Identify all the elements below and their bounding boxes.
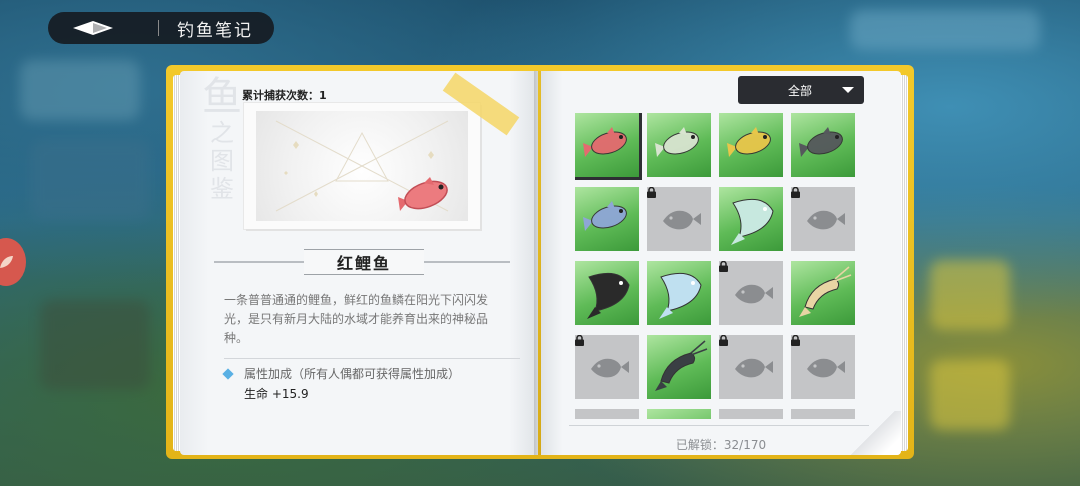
locked-fish-slot[interactable] — [791, 335, 855, 399]
fish-photo — [244, 103, 480, 229]
attribute-header: 属性加成（所有人偶都可获得属性加成） — [222, 365, 461, 382]
fishing-book: 鱼 之 图 鉴 累计捕获次数：1 红鲤鱼 一条普普通通的鲤鱼，鲜红的鱼鳞在阳光下… — [166, 65, 914, 459]
fish-slot[interactable] — [719, 187, 783, 251]
fish-silhouette-icon — [735, 284, 773, 304]
shrimp-icon — [799, 266, 852, 317]
attribute-header-label: 属性加成（所有人偶都可获得属性加成） — [244, 367, 461, 381]
filter-label: 全部 — [788, 83, 813, 98]
locked-fish-slot[interactable] — [719, 261, 783, 325]
locked-fish-slot[interactable] — [791, 187, 855, 251]
locked-fish-slot[interactable] — [575, 335, 639, 399]
lock-icon — [791, 187, 800, 198]
fish-slot[interactable] — [575, 261, 639, 325]
background-panel — [40, 300, 150, 390]
lock-icon — [575, 335, 584, 346]
fish-silhouette-icon — [591, 358, 629, 378]
fish-name-banner: 红鲤鱼 — [214, 249, 510, 275]
fish-slot[interactable] — [575, 113, 642, 180]
lock-icon — [647, 187, 656, 198]
fish-icon — [655, 127, 699, 157]
fish-icon — [583, 201, 627, 231]
fish-slot[interactable] — [647, 335, 711, 399]
background-panel — [930, 360, 1010, 430]
fish-name: 红鲤鱼 — [336, 254, 391, 273]
diamond-back-icon — [73, 21, 113, 35]
detail-page: 鱼 之 图 鉴 累计捕获次数：1 红鲤鱼 一条普普通通的鲤鱼，鲜红的鱼鳞在阳光下… — [180, 71, 538, 455]
lock-icon — [791, 335, 800, 346]
lock-icon — [719, 261, 728, 272]
fish-icon — [799, 127, 843, 157]
page-title: 钓鱼笔记 — [177, 20, 253, 41]
caret-down-icon — [842, 87, 854, 93]
background-panel — [930, 260, 1010, 330]
fish-icon — [727, 127, 771, 157]
fish-icon — [583, 127, 627, 157]
fish-slot[interactable] — [647, 261, 711, 325]
side-menu-button[interactable] — [0, 238, 26, 286]
divider — [224, 358, 520, 359]
fish-silhouette-icon — [807, 210, 845, 230]
fish-slot[interactable] — [791, 261, 855, 325]
shrimp-icon — [655, 340, 708, 391]
tropical-fish-icon — [587, 272, 630, 319]
locked-fish-slot[interactable] — [719, 335, 783, 399]
fish-description: 一条普普通通的鲤鱼，鲜红的鱼鳞在阳光下闪闪发光，是只有新月大陆的水域才能养育出来… — [224, 293, 489, 345]
fish-slot[interactable] — [719, 113, 783, 177]
lock-icon — [719, 335, 728, 346]
leaf-icon — [0, 256, 13, 268]
encyclopedia-watermark: 鱼 之 图 鉴 — [202, 74, 242, 203]
attribute-value: 生命 +15.9 — [244, 387, 309, 401]
fish-slot[interactable] — [791, 113, 855, 177]
page-curl — [841, 411, 901, 455]
title-separator — [158, 20, 159, 36]
tropical-fish-icon — [659, 272, 702, 319]
top-bar: 钓鱼笔记 — [48, 12, 274, 44]
fish-grid — [575, 113, 859, 419]
fish-slot[interactable] — [647, 113, 711, 177]
red-carp-icon — [398, 177, 448, 211]
catch-count: 累计捕获次数：1 — [242, 89, 327, 102]
filter-dropdown[interactable]: 全部 — [738, 76, 864, 104]
locked-fish-slot[interactable] — [647, 187, 711, 251]
back-button[interactable] — [48, 12, 138, 44]
background-panel — [30, 140, 150, 220]
fish-silhouette-icon — [663, 210, 701, 230]
background-panel — [850, 10, 1040, 50]
fish-slot[interactable] — [719, 409, 783, 419]
fish-slot[interactable] — [575, 409, 639, 419]
fish-silhouette-icon — [735, 358, 773, 378]
fish-silhouette-icon — [807, 358, 845, 378]
collection-page: 全部 已解锁：32/170 — [541, 71, 901, 455]
divider — [569, 425, 869, 426]
fish-slot[interactable] — [575, 187, 639, 251]
fish-slot[interactable] — [647, 409, 711, 419]
tropical-fish-icon — [731, 198, 774, 245]
background-panel — [20, 60, 140, 120]
diamond-bullet-icon — [222, 367, 234, 380]
